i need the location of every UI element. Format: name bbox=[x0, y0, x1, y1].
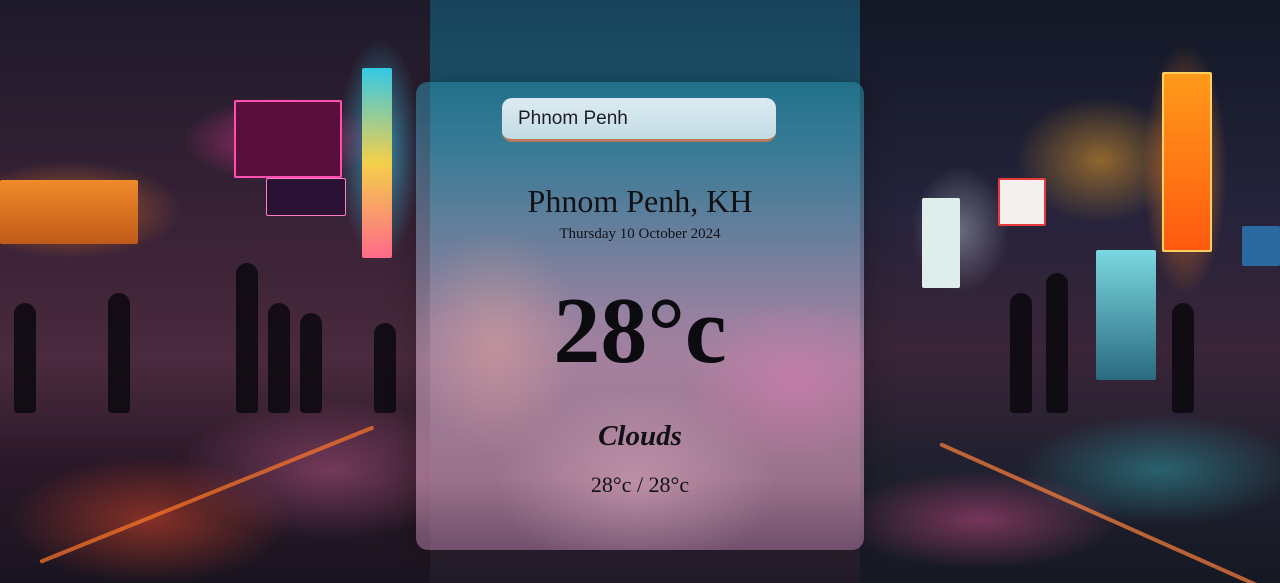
city-search-input[interactable] bbox=[502, 98, 776, 142]
background-street-left bbox=[0, 0, 430, 583]
road-marking bbox=[39, 425, 375, 564]
neon-sign-blue bbox=[1242, 226, 1280, 266]
shop-window-cyan bbox=[1096, 250, 1156, 380]
road-marking bbox=[939, 442, 1270, 583]
pedestrian bbox=[1172, 303, 1194, 413]
current-temperature: 28°c bbox=[553, 279, 727, 383]
date-label: Thursday 10 October 2024 bbox=[559, 226, 721, 242]
neon-sign-pink bbox=[234, 100, 342, 178]
weather-condition: Clouds bbox=[598, 420, 682, 452]
pedestrian bbox=[108, 293, 130, 413]
neon-sign-orange bbox=[1162, 72, 1212, 252]
weather-app: Phnom Penh, KH Thursday 10 October 2024 … bbox=[0, 0, 1280, 583]
pedestrian bbox=[236, 263, 258, 413]
pedestrian bbox=[14, 303, 36, 413]
shop-awning-orange bbox=[0, 180, 138, 244]
neon-sign-white bbox=[922, 198, 960, 288]
background-street-right bbox=[860, 0, 1280, 583]
pedestrian bbox=[374, 323, 396, 413]
neon-sign-red bbox=[998, 178, 1046, 226]
neon-sign-dark bbox=[266, 178, 346, 216]
pedestrian bbox=[1010, 293, 1032, 413]
pedestrian bbox=[300, 313, 322, 413]
high-low-temperature: 28°c / 28°c bbox=[590, 472, 690, 497]
pedestrian bbox=[1046, 273, 1068, 413]
pedestrian bbox=[268, 303, 290, 413]
location-label: Phnom Penh, KH bbox=[527, 183, 753, 219]
neon-sign-cyan bbox=[362, 68, 392, 258]
